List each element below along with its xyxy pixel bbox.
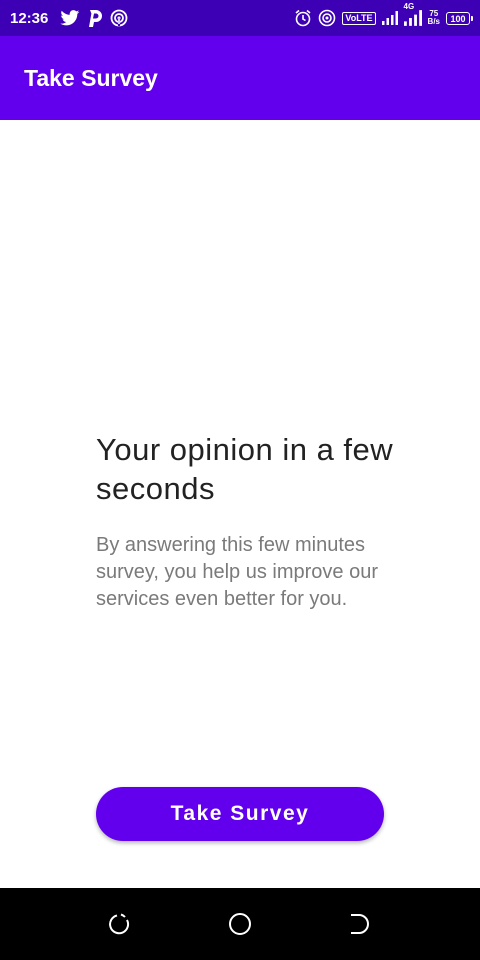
- app-bar: Take Survey: [0, 36, 480, 120]
- p-app-icon: [88, 9, 103, 27]
- system-icons: VoLTE 4G 75 B/s 100: [294, 2, 473, 27]
- survey-heading: Your opinion in a few seconds: [96, 432, 394, 506]
- home-icon[interactable]: [228, 912, 252, 936]
- system-nav-bar: [0, 888, 480, 960]
- twitter-icon: [60, 10, 80, 26]
- status-bar: 12:36 VoLTE 4G 75 B/s 100: [0, 0, 480, 36]
- app-bar-title: Take Survey: [24, 64, 158, 91]
- alarm-icon: [294, 9, 312, 27]
- recents-icon[interactable]: [108, 912, 132, 936]
- battery-level: 100: [450, 13, 466, 24]
- signal-icon: [381, 11, 398, 25]
- signal-icon: 4G: [403, 2, 422, 26]
- net-speed: 75 B/s: [428, 10, 440, 26]
- network-type: 4G: [403, 2, 415, 11]
- survey-description: By answering this few minutes survey, yo…: [96, 534, 378, 610]
- take-survey-button[interactable]: Take Survey: [96, 787, 384, 841]
- survey-intro: Your opinion in a few seconds By answeri…: [96, 430, 396, 613]
- hotspot-icon: [318, 9, 336, 27]
- volte-badge: VoLTE: [342, 11, 376, 25]
- hotspot-icon: [110, 9, 128, 27]
- net-speed-unit: B/s: [427, 17, 440, 26]
- status-time: 12:36: [10, 9, 49, 27]
- battery-icon: 100: [446, 11, 473, 25]
- back-icon[interactable]: [348, 912, 372, 936]
- notification-icons: [60, 9, 128, 27]
- screen: 12:36 VoLTE 4G 75 B/s 100 Take Survey Yo…: [0, 0, 480, 960]
